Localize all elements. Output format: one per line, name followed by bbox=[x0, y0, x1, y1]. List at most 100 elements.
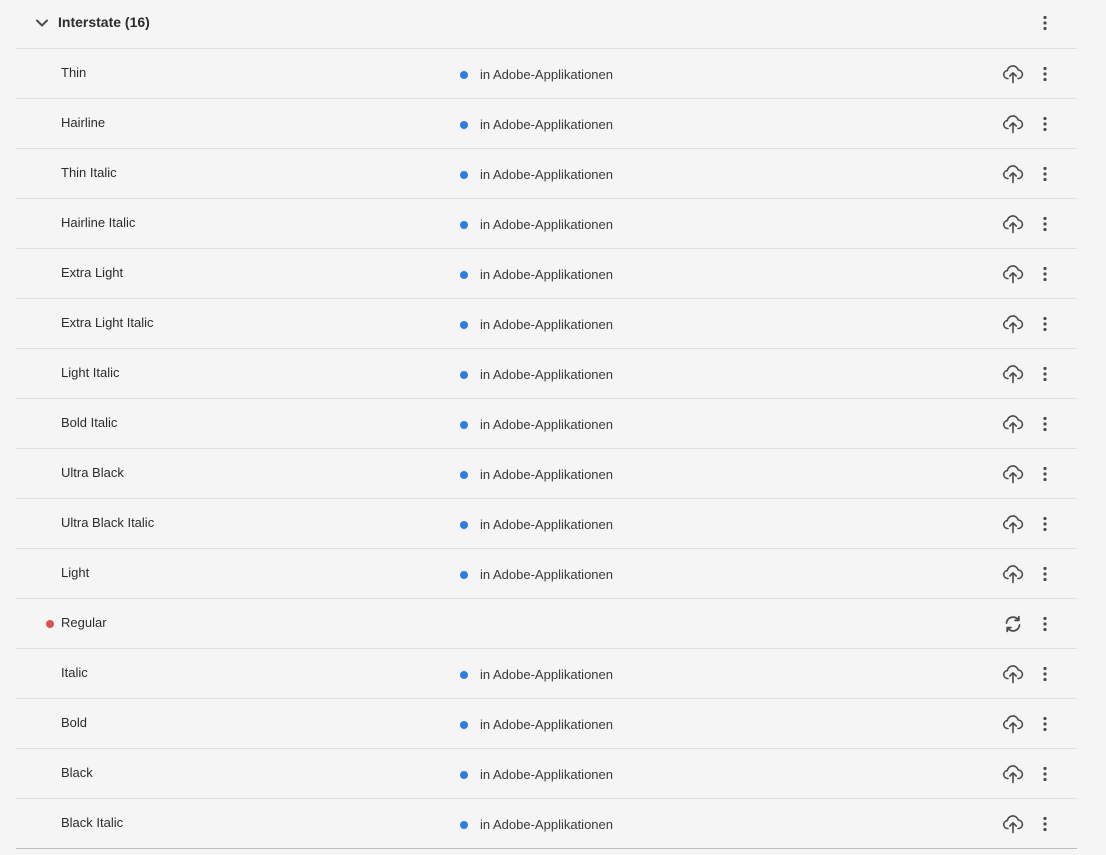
status-text: in Adobe-Applikationen bbox=[480, 267, 613, 282]
more-vertical-icon[interactable] bbox=[1037, 764, 1053, 784]
font-style-row[interactable]: Bold in Adobe-Applikationen bbox=[16, 699, 1077, 749]
activation-status: in Adobe-Applikationen bbox=[460, 817, 613, 832]
style-name: Thin bbox=[61, 65, 87, 80]
more-vertical-icon[interactable] bbox=[1037, 364, 1053, 384]
cloud-upload-icon[interactable] bbox=[1002, 164, 1024, 184]
more-vertical-icon[interactable] bbox=[1037, 414, 1053, 434]
activation-status: in Adobe-Applikationen bbox=[460, 417, 613, 432]
cloud-upload-icon[interactable] bbox=[1002, 264, 1024, 284]
more-vertical-icon[interactable] bbox=[1037, 714, 1053, 734]
font-style-row[interactable]: Light in Adobe-Applikationen bbox=[16, 549, 1077, 599]
status-text: in Adobe-Applikationen bbox=[480, 67, 613, 82]
cloud-upload-icon[interactable] bbox=[1002, 564, 1024, 584]
more-vertical-icon[interactable] bbox=[1037, 814, 1053, 834]
status-dot bbox=[460, 170, 468, 179]
style-name: Black Italic bbox=[61, 815, 124, 830]
more-vertical-icon[interactable] bbox=[1037, 13, 1053, 33]
more-vertical-icon[interactable] bbox=[1037, 614, 1053, 634]
activation-status: in Adobe-Applikationen bbox=[460, 767, 613, 782]
status-dot bbox=[460, 670, 468, 679]
font-style-row[interactable]: Thin in Adobe-Applikationen bbox=[16, 49, 1077, 99]
font-style-row[interactable]: Hairline Italic in Adobe-Applikationen bbox=[16, 199, 1077, 249]
font-style-row[interactable]: Extra Light Italic in Adobe-Applikatione… bbox=[16, 299, 1077, 349]
more-vertical-icon[interactable] bbox=[1037, 114, 1053, 134]
status-text: in Adobe-Applikationen bbox=[480, 317, 613, 332]
cloud-upload-icon[interactable] bbox=[1002, 364, 1024, 384]
more-vertical-icon[interactable] bbox=[1037, 314, 1053, 334]
more-vertical-icon[interactable] bbox=[1037, 214, 1053, 234]
style-name: Light Italic bbox=[61, 365, 120, 380]
cloud-upload-icon[interactable] bbox=[1002, 414, 1024, 434]
status-dot bbox=[460, 520, 468, 529]
font-style-row[interactable]: Extra Light in Adobe-Applikationen bbox=[16, 249, 1077, 299]
cloud-upload-icon[interactable] bbox=[1002, 64, 1024, 84]
style-name: Italic bbox=[61, 665, 88, 680]
font-style-row[interactable]: Light Italic in Adobe-Applikationen bbox=[16, 349, 1077, 399]
font-style-row[interactable]: Thin Italic in Adobe-Applikationen bbox=[16, 149, 1077, 199]
more-vertical-icon[interactable] bbox=[1037, 64, 1053, 84]
cloud-upload-icon[interactable] bbox=[1002, 314, 1024, 334]
cloud-upload-icon[interactable] bbox=[1002, 814, 1024, 834]
cloud-upload-icon[interactable] bbox=[1002, 764, 1024, 784]
cloud-upload-icon[interactable] bbox=[1002, 514, 1024, 534]
style-name: Extra Light Italic bbox=[61, 315, 154, 330]
style-name: Black bbox=[61, 765, 93, 780]
status-dot bbox=[460, 120, 468, 129]
style-name: Hairline bbox=[61, 115, 106, 130]
status-dot bbox=[460, 370, 468, 379]
font-style-row[interactable]: Ultra Black Italic in Adobe-Applikatione… bbox=[16, 499, 1077, 549]
cloud-upload-icon[interactable] bbox=[1002, 714, 1024, 734]
style-name: Bold bbox=[61, 715, 88, 730]
status-text: in Adobe-Applikationen bbox=[480, 117, 613, 132]
activation-status: in Adobe-Applikationen bbox=[460, 717, 613, 732]
font-style-row[interactable]: Black in Adobe-Applikationen bbox=[16, 749, 1077, 799]
style-name: Ultra Black Italic bbox=[61, 515, 155, 530]
status-text: in Adobe-Applikationen bbox=[480, 517, 613, 532]
status-text: in Adobe-Applikationen bbox=[480, 167, 613, 182]
activation-status: in Adobe-Applikationen bbox=[460, 317, 613, 332]
status-text: in Adobe-Applikationen bbox=[480, 817, 613, 832]
more-vertical-icon[interactable] bbox=[1037, 664, 1053, 684]
font-style-row[interactable]: Bold Italic in Adobe-Applikationen bbox=[16, 399, 1077, 449]
cloud-upload-icon[interactable] bbox=[1002, 464, 1024, 484]
style-name: Hairline Italic bbox=[61, 215, 136, 230]
more-vertical-icon[interactable] bbox=[1037, 464, 1053, 484]
status-dot bbox=[460, 470, 468, 479]
activation-status: in Adobe-Applikationen bbox=[460, 567, 613, 582]
cloud-upload-icon[interactable] bbox=[1002, 214, 1024, 234]
activation-status: in Adobe-Applikationen bbox=[460, 167, 613, 182]
status-text: in Adobe-Applikationen bbox=[480, 717, 613, 732]
style-name: Thin Italic bbox=[61, 165, 117, 180]
status-dot bbox=[460, 570, 468, 579]
font-style-row[interactable]: Ultra Black in Adobe-Applikationen bbox=[16, 449, 1077, 499]
family-header[interactable]: Interstate (16) bbox=[16, 0, 1077, 49]
more-vertical-icon[interactable] bbox=[1037, 564, 1053, 584]
status-text: in Adobe-Applikationen bbox=[480, 667, 613, 682]
cloud-upload-icon[interactable] bbox=[1002, 114, 1024, 134]
sync-icon[interactable] bbox=[1002, 614, 1024, 634]
status-dot bbox=[460, 320, 468, 329]
more-vertical-icon[interactable] bbox=[1037, 264, 1053, 284]
style-name: Extra Light bbox=[61, 265, 124, 280]
status-text: in Adobe-Applikationen bbox=[480, 767, 613, 782]
activation-status: in Adobe-Applikationen bbox=[460, 217, 613, 232]
status-dot bbox=[460, 270, 468, 279]
status-dot bbox=[460, 70, 468, 79]
activation-status: in Adobe-Applikationen bbox=[460, 467, 613, 482]
activation-status: in Adobe-Applikationen bbox=[460, 367, 613, 382]
more-vertical-icon[interactable] bbox=[1037, 514, 1053, 534]
font-style-row[interactable]: Regular bbox=[16, 599, 1077, 649]
font-style-row[interactable]: Hairline in Adobe-Applikationen bbox=[16, 99, 1077, 149]
more-vertical-icon[interactable] bbox=[1037, 164, 1053, 184]
font-style-row[interactable]: Italic in Adobe-Applikationen bbox=[16, 649, 1077, 699]
style-name: Regular bbox=[61, 615, 107, 630]
activation-status: in Adobe-Applikationen bbox=[460, 267, 613, 282]
family-title: Interstate (16) bbox=[58, 14, 150, 30]
style-name: Ultra Black bbox=[61, 465, 124, 480]
chevron-down-icon[interactable] bbox=[34, 15, 50, 31]
font-style-row[interactable]: Black Italic in Adobe-Applikationen bbox=[16, 799, 1077, 849]
cloud-upload-icon[interactable] bbox=[1002, 664, 1024, 684]
warning-dot bbox=[46, 620, 54, 628]
status-dot bbox=[460, 720, 468, 729]
style-name: Light bbox=[61, 565, 90, 580]
